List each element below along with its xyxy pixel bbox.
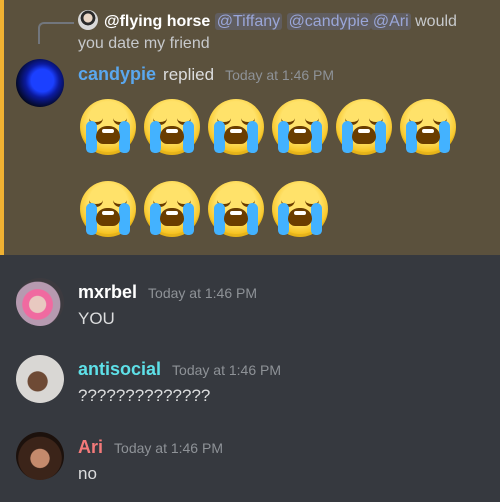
reply-text-line2: you date my friend	[78, 35, 210, 52]
message-content: no	[78, 464, 97, 483]
loudly-crying-face-icon[interactable]	[80, 181, 136, 237]
reply-author[interactable]: @flying horse	[104, 13, 210, 30]
loudly-crying-face-icon[interactable]	[336, 99, 392, 155]
timestamp[interactable]: Today at 1:46 PM	[148, 285, 257, 301]
username[interactable]: mxrbel	[78, 282, 137, 302]
reply-spine	[38, 22, 74, 44]
username[interactable]: candypie	[78, 64, 156, 84]
timestamp[interactable]: Today at 1:46 PM	[225, 67, 334, 83]
loudly-crying-face-icon[interactable]	[400, 99, 456, 155]
avatar[interactable]	[16, 432, 64, 480]
loudly-crying-face-icon[interactable]	[80, 99, 136, 155]
avatar[interactable]	[16, 355, 64, 403]
replied-label: replied	[163, 65, 215, 84]
mention-tiffany[interactable]: @Tiffany	[214, 13, 283, 30]
reply-preview[interactable]: @flying horse @Tiffany @candypie @Ari wou…	[78, 10, 488, 55]
reply-text: would	[415, 13, 457, 30]
username[interactable]: antisocial	[78, 359, 161, 379]
timestamp[interactable]: Today at 1:46 PM	[114, 440, 223, 456]
avatar[interactable]	[16, 278, 64, 326]
message-header: Ari Today at 1:46 PM	[78, 436, 223, 459]
reply-avatar[interactable]	[78, 10, 98, 30]
loudly-crying-face-icon[interactable]	[144, 181, 200, 237]
loudly-crying-face-icon[interactable]	[144, 99, 200, 155]
username[interactable]: Ari	[78, 437, 103, 457]
message-header: antisocial Today at 1:46 PM	[78, 358, 281, 381]
message-content: YOU	[78, 309, 115, 328]
emoji-row	[80, 99, 456, 155]
timestamp[interactable]: Today at 1:46 PM	[172, 362, 281, 378]
loudly-crying-face-icon[interactable]	[272, 99, 328, 155]
mention-candypie[interactable]: @candypie	[286, 13, 371, 30]
message-header: mxrbel Today at 1:46 PM	[78, 281, 257, 304]
message-content: ??????????????	[78, 386, 211, 405]
loudly-crying-face-icon[interactable]	[208, 181, 264, 237]
loudly-crying-face-icon[interactable]	[208, 99, 264, 155]
avatar[interactable]	[16, 59, 64, 107]
message-header: candypie replied Today at 1:46 PM	[78, 63, 334, 86]
mention-ari[interactable]: @Ari	[370, 13, 411, 30]
loudly-crying-face-icon[interactable]	[272, 181, 328, 237]
emoji-row	[80, 181, 328, 237]
